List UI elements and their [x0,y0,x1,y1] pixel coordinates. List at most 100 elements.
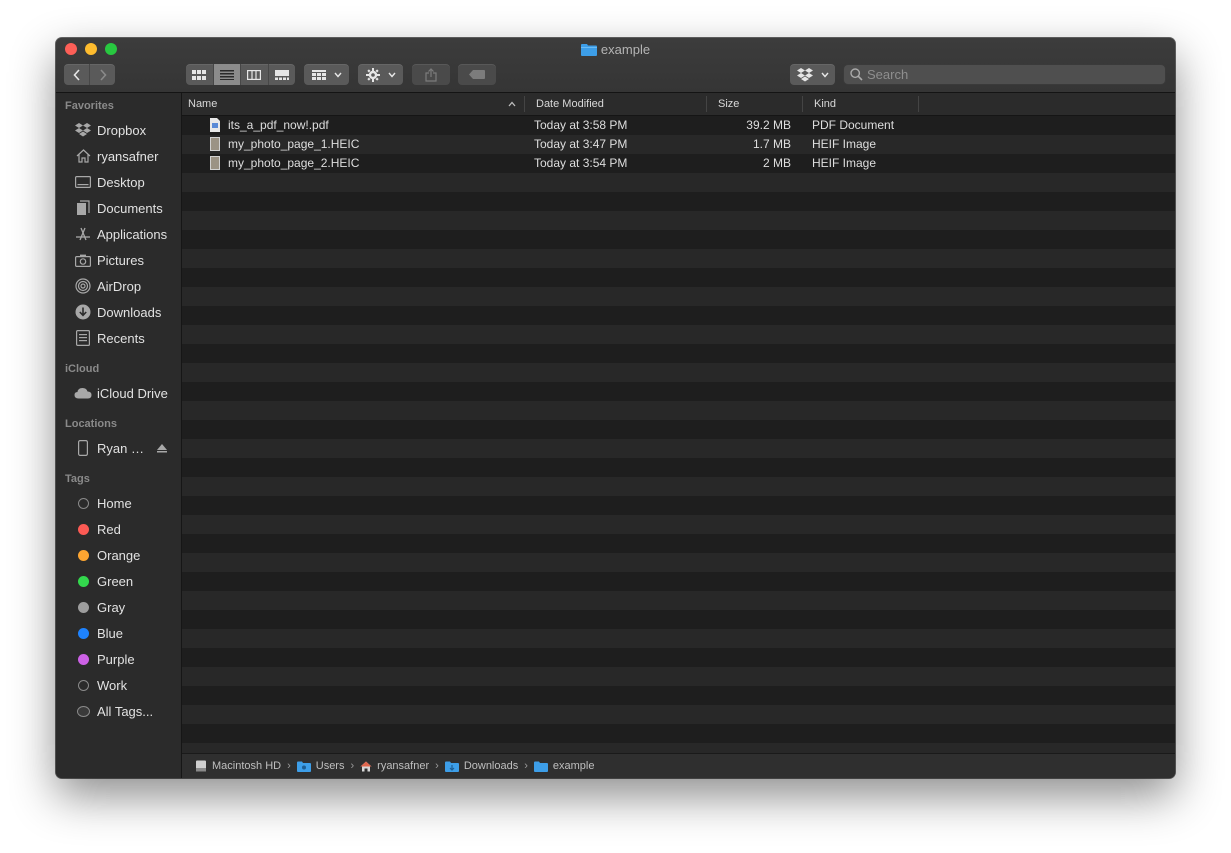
file-kind: HEIF Image [812,137,877,151]
sidebar-item-label: Blue [97,625,124,641]
sidebar-item-desktop[interactable]: Desktop [56,170,181,194]
finder-window: example Search Favorites Dropbox ryansaf… [56,38,1175,778]
file-date-modified: Today at 3:47 PM [534,137,628,151]
sidebar-tag-blue[interactable]: Blue [56,621,181,645]
sidebar-item-label: Ryan S... [97,440,149,456]
sidebar-item-label: Red [97,521,121,537]
action-menu-button[interactable] [358,64,403,85]
column-view-button[interactable] [241,64,269,85]
path-item-macintosh-hd[interactable]: Macintosh HD › [195,760,297,772]
path-separator-icon: › [287,760,291,772]
iphone-icon [74,440,92,456]
gallery-view-button[interactable] [269,64,296,85]
back-button[interactable] [64,64,90,85]
sidebar-tag-home[interactable]: Home [56,491,181,515]
dropbox-icon [796,67,813,81]
chevron-left-icon [72,68,80,81]
table-row[interactable]: its_a_pdf_now!.pdf Today at 3:58 PM 39.2… [182,116,1175,135]
sidebar-item-label: Green [97,573,134,589]
file-rows: its_a_pdf_now!.pdf Today at 3:58 PM 39.2… [182,116,1175,753]
table-row[interactable]: my_photo_page_1.HEIC Today at 3:47 PM 1.… [182,135,1175,154]
sidebar-item-label: Documents [97,200,163,216]
list-icon [219,69,234,80]
folder-icon [533,761,548,772]
chevron-down-icon [387,72,396,78]
sidebar-tag-all-tags[interactable]: All Tags... [56,699,181,723]
column-header-date-modified[interactable]: Date Modified [536,93,706,115]
sidebar-item-label: Dropbox [97,122,147,138]
path-bar: Macintosh HD › Users › ryansafner › Down… [182,753,1175,778]
gallery-icon [274,69,289,80]
sidebar-item-dropbox[interactable]: Dropbox [56,118,181,142]
column-divider[interactable] [706,96,707,112]
folder-icon [296,761,311,772]
sidebar-tag-red[interactable]: Red [56,517,181,541]
eject-icon[interactable] [157,443,167,453]
sort-ascending-icon[interactable] [508,101,516,107]
hard-drive-icon [195,760,207,772]
tag-dot-icon [74,625,92,641]
file-list: Name Date Modified Size Kind its_a_pdf_n… [182,93,1175,778]
tag-dot-icon [74,521,92,537]
column-header-size[interactable]: Size [718,93,802,115]
title-bar[interactable]: example [56,38,1175,93]
column-header-kind[interactable]: Kind [814,93,918,115]
sidebar-item-iphone[interactable]: Ryan S... [56,436,181,460]
sidebar-item-label: All Tags... [97,703,154,719]
icon-view-button[interactable] [186,64,214,85]
sidebar-item-label: Pictures [97,252,144,268]
image-file-icon [210,156,220,170]
chevron-down-icon [820,72,829,78]
tag-dot-icon [74,547,92,563]
sidebar-item-label: AirDrop [97,278,142,294]
chevron-down-icon [333,72,342,78]
sidebar-item-label: Downloads [97,304,162,320]
tag-dot-icon [74,495,92,511]
column-divider[interactable] [918,96,919,112]
sidebar-item-recents[interactable]: Recents [56,326,181,350]
search-field[interactable] [843,64,1166,85]
sidebar-item-downloads[interactable]: Downloads [56,300,181,324]
share-button[interactable] [412,64,450,85]
downloads-icon [74,304,92,320]
list-view-button[interactable] [213,64,241,85]
sidebar-item-airdrop[interactable]: AirDrop [56,274,181,298]
path-item-downloads[interactable]: Downloads › [444,760,534,772]
forward-button[interactable] [90,64,115,85]
edit-tags-button[interactable] [458,64,496,85]
sidebar-item-label: Home [97,495,132,511]
camera-icon [74,252,92,268]
path-item-example[interactable]: example [533,760,594,772]
file-name: its_a_pdf_now!.pdf [228,118,329,132]
sidebar-item-label: ryansafner [97,148,159,164]
sidebar-item-applications[interactable]: Applications [56,222,181,246]
column-header-name[interactable]: Name [188,93,524,115]
sidebar-tag-green[interactable]: Green [56,569,181,593]
column-divider[interactable] [524,96,525,112]
sidebar-tag-work[interactable]: Work [56,673,181,697]
sidebar-section-locations: Locations [65,418,117,430]
dropbox-menu-button[interactable] [790,64,835,85]
columns-icon [247,69,262,80]
sidebar-item-icloud-drive[interactable]: iCloud Drive [56,381,181,405]
path-separator-icon: › [524,760,528,772]
file-size: 39.2 MB [746,118,791,132]
sidebar-item-pictures[interactable]: Pictures [56,248,181,272]
sidebar-item-label: Recents [97,330,145,346]
path-item-users[interactable]: Users › [296,760,360,772]
table-row[interactable]: my_photo_page_2.HEIC Today at 3:54 PM 2 … [182,154,1175,173]
sidebar-tag-orange[interactable]: Orange [56,543,181,567]
sidebar-tag-purple[interactable]: Purple [56,647,181,671]
sidebar-item-documents[interactable]: Documents [56,196,181,220]
column-divider[interactable] [802,96,803,112]
search-input[interactable] [863,67,1151,82]
sidebar-item-label: iCloud Drive [97,385,168,401]
image-file-icon [210,137,220,151]
sidebar-section-tags: Tags [65,473,90,485]
path-item-ryansafner[interactable]: ryansafner › [360,760,445,772]
sidebar-tag-gray[interactable]: Gray [56,595,181,619]
group-by-button[interactable] [304,64,349,85]
sidebar-item-home[interactable]: ryansafner [56,144,181,168]
sidebar-item-label: Gray [97,599,126,615]
desktop-icon [74,174,92,190]
